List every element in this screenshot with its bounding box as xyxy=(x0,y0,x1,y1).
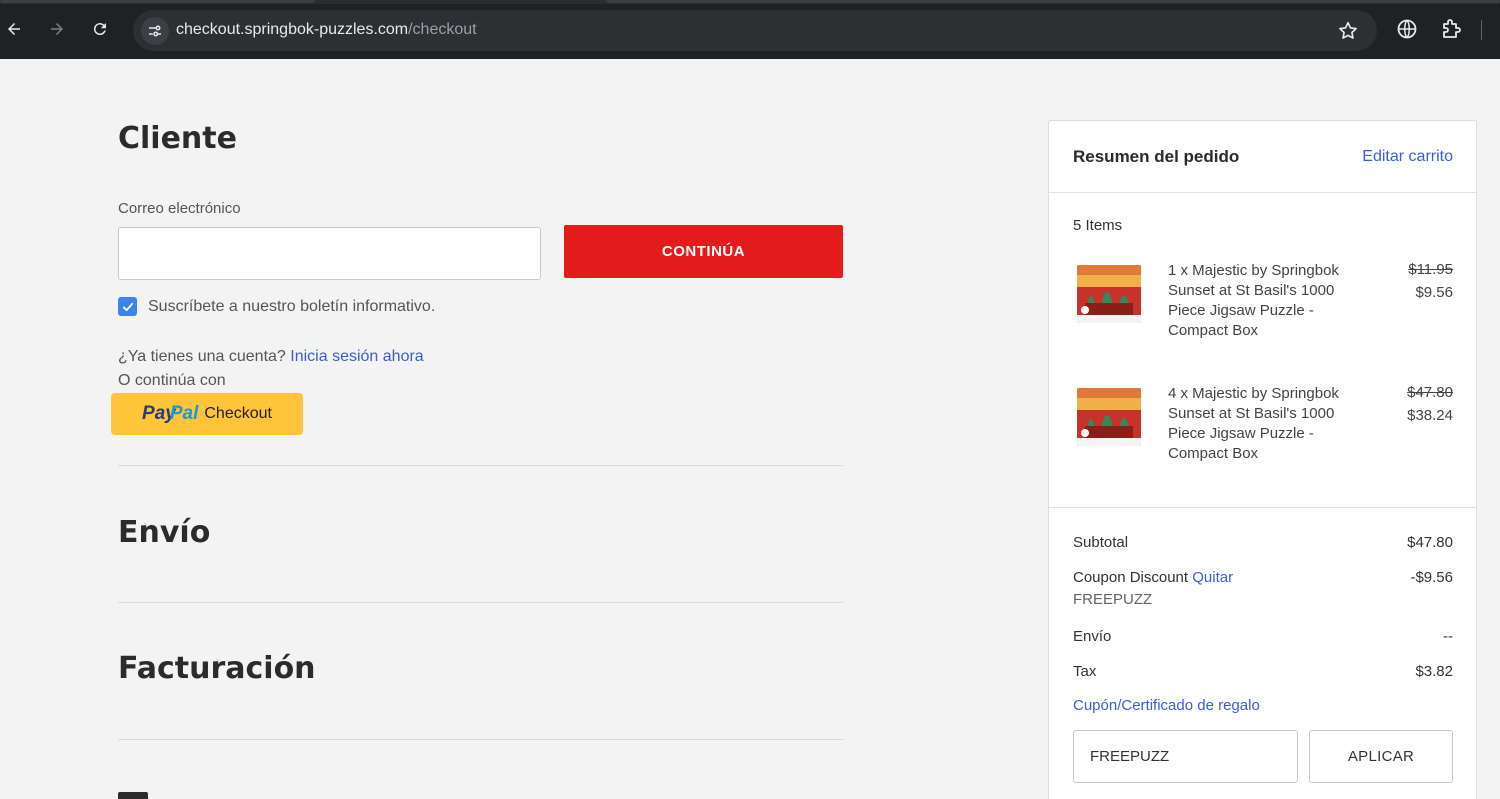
product-thumbnail xyxy=(1077,388,1141,446)
extensions-puzzle-icon[interactable] xyxy=(1439,17,1463,41)
continue-button[interactable]: CONTINÚA xyxy=(564,225,843,278)
coupon-discount-label-group: Coupon Discount Quitar xyxy=(1073,569,1233,586)
newsletter-checkbox[interactable] xyxy=(118,297,137,316)
checkmark-icon xyxy=(122,302,133,311)
account-prompt: ¿Ya tienes una cuenta? Inicia sesión aho… xyxy=(118,348,424,366)
summary-divider xyxy=(1049,507,1476,508)
or-continue-text: O continúa con xyxy=(118,372,226,389)
coupon-code-input[interactable]: FREEPUZZ xyxy=(1073,730,1298,783)
section-divider xyxy=(118,465,843,466)
order-summary-title: Resumen del pedido xyxy=(1073,147,1240,166)
section-divider xyxy=(118,602,843,603)
coupon-discount-value: -$9.56 xyxy=(1410,569,1453,586)
next-section-title-fragment xyxy=(118,792,148,799)
newsletter-label: Suscríbete a nuestro boletín informativo… xyxy=(148,298,436,315)
shipping-section-title: Envío xyxy=(118,515,211,550)
edit-cart-link[interactable]: Editar carrito xyxy=(1362,148,1453,166)
item-sale-price: $38.24 xyxy=(1407,407,1453,424)
subtotal-value: $47.80 xyxy=(1407,534,1453,551)
customer-section-title: Cliente xyxy=(118,121,237,156)
url-path: /checkout xyxy=(408,21,477,38)
shipping-label: Envío xyxy=(1073,628,1112,645)
account-prompt-text: ¿Ya tienes una cuenta? xyxy=(118,348,286,365)
product-thumbnail xyxy=(1077,265,1141,323)
item-sale-price: $9.56 xyxy=(1415,284,1453,301)
paypal-checkout-button[interactable]: PayPal Checkout xyxy=(111,393,303,435)
address-bar[interactable]: checkout.springbok-puzzles.com/checkout xyxy=(133,10,1377,51)
remove-coupon-link[interactable]: Quitar xyxy=(1192,569,1233,586)
billing-section-title: Facturación xyxy=(118,651,316,686)
apply-coupon-button[interactable]: APLICAR xyxy=(1309,730,1453,783)
url-host: checkout.springbok-puzzles.com xyxy=(176,21,409,38)
back-icon[interactable] xyxy=(0,15,28,43)
bookmark-star-icon[interactable] xyxy=(1337,20,1359,42)
paypal-checkout-label: Checkout xyxy=(204,405,272,422)
item-name: 1 x Majestic by Springbok Sunset at St B… xyxy=(1168,262,1339,339)
browser-toolbar: checkout.springbok-puzzles.com/checkout xyxy=(0,0,1500,59)
paypal-logo-pal: Pal xyxy=(169,403,199,424)
shipping-value: -- xyxy=(1443,628,1453,645)
tax-label: Tax xyxy=(1073,663,1097,680)
email-label: Correo electrónico xyxy=(118,200,241,217)
site-settings-icon[interactable] xyxy=(141,17,169,45)
cart-item: 4 x Majestic by Springbok Sunset at St B… xyxy=(1073,384,1453,484)
translate-globe-icon[interactable] xyxy=(1395,17,1419,41)
forward-icon[interactable] xyxy=(43,15,71,43)
item-original-price: $11.95 xyxy=(1408,261,1453,278)
toolbar-divider xyxy=(1481,20,1482,40)
reload-icon[interactable] xyxy=(86,15,114,43)
tax-value: $3.82 xyxy=(1415,663,1453,680)
signin-link[interactable]: Inicia sesión ahora xyxy=(290,348,423,365)
url-text: checkout.springbok-puzzles.com/checkout xyxy=(176,21,477,39)
email-field[interactable] xyxy=(118,227,541,280)
coupon-discount-label: Coupon Discount xyxy=(1073,569,1189,586)
paypal-logo: PayPal xyxy=(142,403,198,425)
gift-certificate-link[interactable]: Cupón/Certificado de regalo xyxy=(1073,697,1260,714)
cart-item: 1 x Majestic by Springbok Sunset at St B… xyxy=(1073,261,1453,361)
section-divider xyxy=(118,739,843,740)
item-name: 4 x Majestic by Springbok Sunset at St B… xyxy=(1168,385,1339,462)
applied-coupon-code: FREEPUZZ xyxy=(1073,591,1153,608)
tab-strip xyxy=(0,0,1500,4)
item-original-price: $47.80 xyxy=(1407,384,1453,401)
items-count: 5 Items xyxy=(1073,217,1123,234)
subtotal-label: Subtotal xyxy=(1073,534,1129,551)
summary-divider xyxy=(1049,192,1476,193)
order-summary: Resumen del pedido Editar carrito 5 Item… xyxy=(1048,120,1477,799)
checkout-page: Cliente Correo electrónico CONTINÚA Susc… xyxy=(0,59,1500,799)
